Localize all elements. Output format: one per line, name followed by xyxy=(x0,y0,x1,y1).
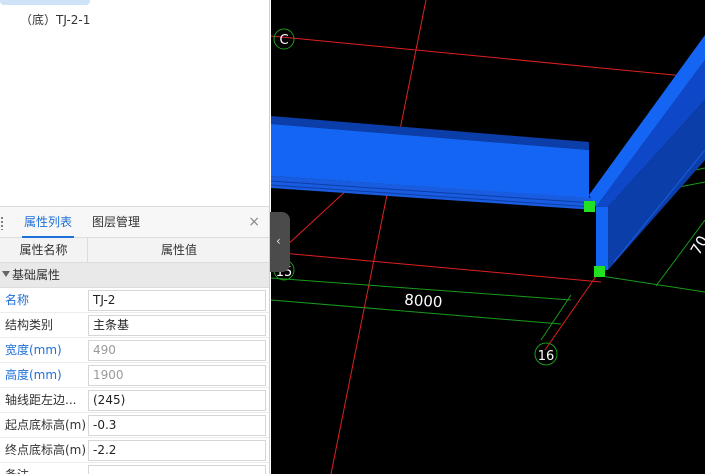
property-rows: 名称 TJ-2 结构类别 主条基 宽度(mm) 490 高度(mm) 1900 … xyxy=(0,288,269,474)
axis-line-c xyxy=(271,35,705,79)
property-row-remark: 备注 xyxy=(0,463,269,474)
property-value-field[interactable]: 490 xyxy=(88,340,266,361)
drag-grip-icon[interactable] xyxy=(0,216,4,230)
tree-selected-item-highlight[interactable] xyxy=(0,0,90,5)
component-tree: （底）TJ-2-1 xyxy=(0,0,269,206)
column-header-property-value: 属性值 xyxy=(160,243,197,257)
property-row-axis-offset: 轴线距左边... (245) xyxy=(0,388,269,413)
axis-label-16: 16 xyxy=(538,349,555,364)
property-row-start-bottom-elevation: 起点底标高(m) -0.3 xyxy=(0,413,269,438)
diagonal-footing-column[interactable] xyxy=(596,207,608,270)
collapse-caret-icon[interactable] xyxy=(2,271,10,277)
panel-collapse-handle[interactable]: ‹ xyxy=(270,212,290,272)
property-row-structure-type: 结构类别 主条基 xyxy=(0,313,269,338)
tree-item-tj-2-1[interactable]: （底）TJ-2-1 xyxy=(20,11,90,28)
property-value-field[interactable]: TJ-2 xyxy=(88,290,266,311)
property-row-width: 宽度(mm) 490 xyxy=(0,338,269,363)
dimension-text-right-partial: 70 xyxy=(687,232,705,258)
property-value-field[interactable]: -0.3 xyxy=(88,415,266,436)
chevron-left-icon: ‹ xyxy=(276,234,281,248)
dimension-text-8000: 8000 xyxy=(404,291,443,312)
property-value-field[interactable]: -2.2 xyxy=(88,440,266,461)
property-label: 轴线距左边... xyxy=(5,393,77,407)
property-label: 高度(mm) xyxy=(5,368,62,382)
property-row-name: 名称 TJ-2 xyxy=(0,288,269,313)
viewport-canvas[interactable]: C 15 16 8000 70 xyxy=(271,0,705,474)
property-row-height: 高度(mm) 1900 xyxy=(0,363,269,388)
axis-line-15-16 xyxy=(271,251,602,283)
axis-line-vertical-grid xyxy=(330,0,427,474)
column-header-property-name: 属性名称 xyxy=(0,238,88,263)
property-group-basic[interactable]: 基础属性 xyxy=(0,263,269,288)
3d-viewport[interactable]: C 15 16 8000 70 xyxy=(271,0,705,474)
grip-point-start[interactable] xyxy=(584,201,595,212)
property-value-field[interactable] xyxy=(88,465,266,474)
property-row-end-bottom-elevation: 终点底标高(m) -2.2 xyxy=(0,438,269,463)
tab-layer-management[interactable]: 图层管理 xyxy=(90,207,142,238)
dimension-line xyxy=(600,275,705,293)
property-group-label: 基础属性 xyxy=(12,268,61,282)
property-label: 终点底标高(m) xyxy=(5,443,87,457)
tab-property-list[interactable]: 属性列表 xyxy=(22,207,75,238)
property-label: 结构类别 xyxy=(5,318,54,332)
property-value-field[interactable]: 主条基 xyxy=(88,315,266,336)
properties-tab-bar: 属性列表 图层管理 × xyxy=(0,206,269,238)
property-value-field[interactable]: 1900 xyxy=(88,365,266,386)
property-label: 名称 xyxy=(5,293,30,307)
close-icon[interactable]: × xyxy=(248,215,260,229)
axis-label-c: C xyxy=(279,33,288,48)
axis-line-16 xyxy=(544,271,600,351)
property-table-header: 属性名称 属性值 xyxy=(0,238,269,263)
property-label: 备注 xyxy=(5,463,88,474)
grip-point-end[interactable] xyxy=(594,266,605,277)
left-panel: （底）TJ-2-1 属性列表 图层管理 × 属性名称 属性值 基础属性 名称 T… xyxy=(0,0,270,474)
property-value-field[interactable]: (245) xyxy=(88,390,266,411)
property-label: 宽度(mm) xyxy=(5,343,62,357)
property-label: 起点底标高(m) xyxy=(5,418,87,432)
